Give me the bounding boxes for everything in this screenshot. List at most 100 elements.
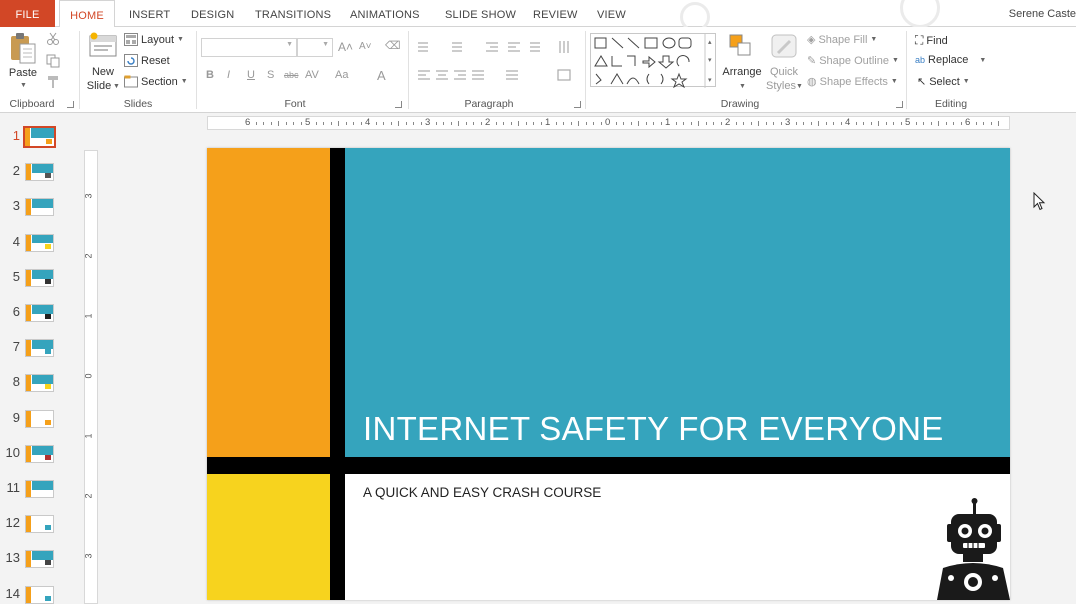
thumbnail-shape (46, 139, 52, 144)
shrink-font-icon[interactable]: A˅ (359, 41, 372, 52)
paragraph-dialog-launcher[interactable] (574, 101, 581, 108)
ruler-tick (570, 122, 572, 125)
slide-title[interactable]: INTERNET SAFETY FOR EVERYONE (363, 410, 944, 448)
font-dialog-launcher[interactable] (395, 101, 402, 108)
thumbnail-shape (26, 234, 31, 251)
shape-outline-button[interactable]: ✎ Shape Outline ▼ (807, 54, 899, 68)
group-font: ▼ ▼ A˄ A˅ ⌫ B I U S abc AV Aa A Font (197, 27, 408, 113)
ruler-tick (555, 122, 557, 125)
ruler-tick (638, 121, 639, 126)
bold-icon[interactable]: B (206, 69, 214, 81)
italic-icon[interactable]: I (227, 69, 230, 81)
arrange-button[interactable] (728, 33, 754, 66)
quick-styles-button[interactable] (770, 33, 798, 66)
ruler-tick (900, 122, 902, 125)
underline-icon[interactable]: U (247, 69, 255, 81)
thumbnail-shape (26, 551, 31, 568)
thumbnail-shape (45, 595, 51, 601)
quick-styles-label-2: Styles (766, 80, 796, 92)
ruler-tick (983, 122, 984, 125)
slide-thumbnail[interactable]: 13 (0, 544, 78, 574)
tab-animations[interactable]: ANIMATIONS (350, 0, 420, 27)
clipboard-dialog-launcher[interactable] (67, 101, 74, 108)
replace-button[interactable]: ab Replace ▼ (915, 54, 986, 66)
paragraph-align-icons[interactable] (414, 68, 582, 82)
ruler-tick (293, 122, 294, 125)
slide-thumbnail-number: 14 (5, 585, 20, 601)
copy-icon[interactable] (46, 54, 60, 68)
ruler-tick (998, 121, 999, 126)
slide-thumbnail[interactable]: 6 (0, 298, 78, 328)
tab-review[interactable]: REVIEW (533, 0, 578, 27)
tab-insert[interactable]: INSERT (129, 0, 170, 27)
ruler-tick (803, 122, 804, 125)
svg-text:▾: ▾ (708, 56, 712, 64)
chevron-down-icon[interactable]: ▼ (739, 83, 746, 90)
slide-thumbnail[interactable]: 2 (0, 157, 78, 187)
ruler-tick (480, 122, 482, 125)
text-shadow-icon[interactable]: S (267, 69, 274, 81)
ruler-tick (743, 122, 744, 125)
black-vertical-bar (330, 148, 345, 600)
shape-effects-button[interactable]: ◍ Shape Effects ▼ (807, 75, 898, 89)
thumbnail-shape (26, 445, 31, 462)
slide-thumbnail[interactable]: 11 (0, 474, 78, 504)
chevron-down-icon[interactable]: ▼ (113, 83, 120, 90)
ruler-tick (465, 122, 467, 125)
slide-thumbnail[interactable]: 7 (0, 333, 78, 363)
reset-button[interactable]: Reset (124, 54, 170, 67)
section-button[interactable]: Section ▼ (124, 75, 188, 88)
tab-design[interactable]: DESIGN (191, 0, 234, 27)
strikethrough-icon[interactable]: abc (284, 70, 299, 80)
character-spacing-icon[interactable]: AV (305, 69, 319, 81)
slide-subtitle[interactable]: A QUICK AND EASY CRASH COURSE (363, 485, 601, 500)
format-painter-icon[interactable] (46, 75, 60, 89)
paste-button[interactable] (8, 32, 38, 64)
new-slide-button[interactable] (88, 32, 118, 67)
grow-font-icon[interactable]: A˄ (338, 40, 353, 54)
tab-file[interactable]: FILE (0, 0, 55, 27)
slide-thumbnail[interactable]: 10 (0, 439, 78, 469)
user-account-name[interactable]: Serene Caste (1009, 8, 1076, 20)
ruler-tick (795, 122, 797, 125)
ruler-tick (285, 122, 287, 125)
shape-fill-button[interactable]: ◈ Shape Fill ▼ (807, 33, 877, 47)
paste-icon (11, 33, 36, 64)
tab-transitions[interactable]: TRANSITIONS (255, 0, 331, 27)
slide-thumbnail-number: 1 (12, 128, 20, 143)
slide-thumbnail[interactable]: 14 (0, 580, 78, 604)
chevron-down-icon: ▼ (180, 78, 188, 85)
slide-thumbnail[interactable]: 8 (0, 368, 78, 398)
slide-thumbnail[interactable]: 4 (0, 228, 78, 258)
tab-home[interactable]: HOME (59, 0, 115, 28)
slide-thumbnail-preview (25, 304, 54, 322)
cut-icon[interactable] (46, 32, 60, 46)
ruler-tick (953, 122, 954, 125)
slide-canvas[interactable]: INTERNET SAFETY FOR EVERYONE A QUICK AND… (207, 148, 1010, 600)
ruler-tick (990, 122, 992, 125)
font-size-combo[interactable]: ▼ (297, 38, 333, 57)
paragraph-list-icons[interactable] (414, 40, 582, 54)
ribbon-home: Paste ▼ Clipboard New Slide ▼ Layout ▼ R… (0, 27, 1076, 113)
chevron-down-icon[interactable]: ▼ (796, 83, 803, 90)
font-family-combo[interactable]: ▼ (201, 38, 297, 57)
find-button[interactable]: ⛶ Find (915, 33, 948, 48)
select-button[interactable]: ↖ Select ▼ (917, 75, 970, 89)
slide-thumbnail[interactable]: 12 (0, 509, 78, 539)
thumbnail-shape (31, 128, 54, 138)
clear-formatting-icon[interactable]: ⌫ (385, 39, 401, 52)
ruler-number: 0 (83, 373, 94, 379)
shapes-gallery[interactable]: ▴ ▾ ▾ (590, 33, 716, 89)
layout-button[interactable]: Layout ▼ (124, 33, 184, 46)
tab-view[interactable]: VIEW (597, 0, 626, 27)
font-color-icon[interactable]: A (377, 68, 386, 83)
change-case-icon[interactable]: Aa (335, 69, 348, 81)
tab-slide-show[interactable]: SLIDE SHOW (445, 0, 516, 27)
slide-thumbnail[interactable]: 9 (0, 404, 78, 434)
slide-thumbnail[interactable]: 3 (0, 192, 78, 222)
shapes-icon: ▴ ▾ ▾ (594, 34, 712, 89)
chevron-down-icon[interactable]: ▼ (20, 82, 27, 89)
slide-thumbnail[interactable]: 5 (0, 263, 78, 293)
slide-thumbnail[interactable]: 1 (0, 122, 78, 152)
drawing-dialog-launcher[interactable] (896, 101, 903, 108)
